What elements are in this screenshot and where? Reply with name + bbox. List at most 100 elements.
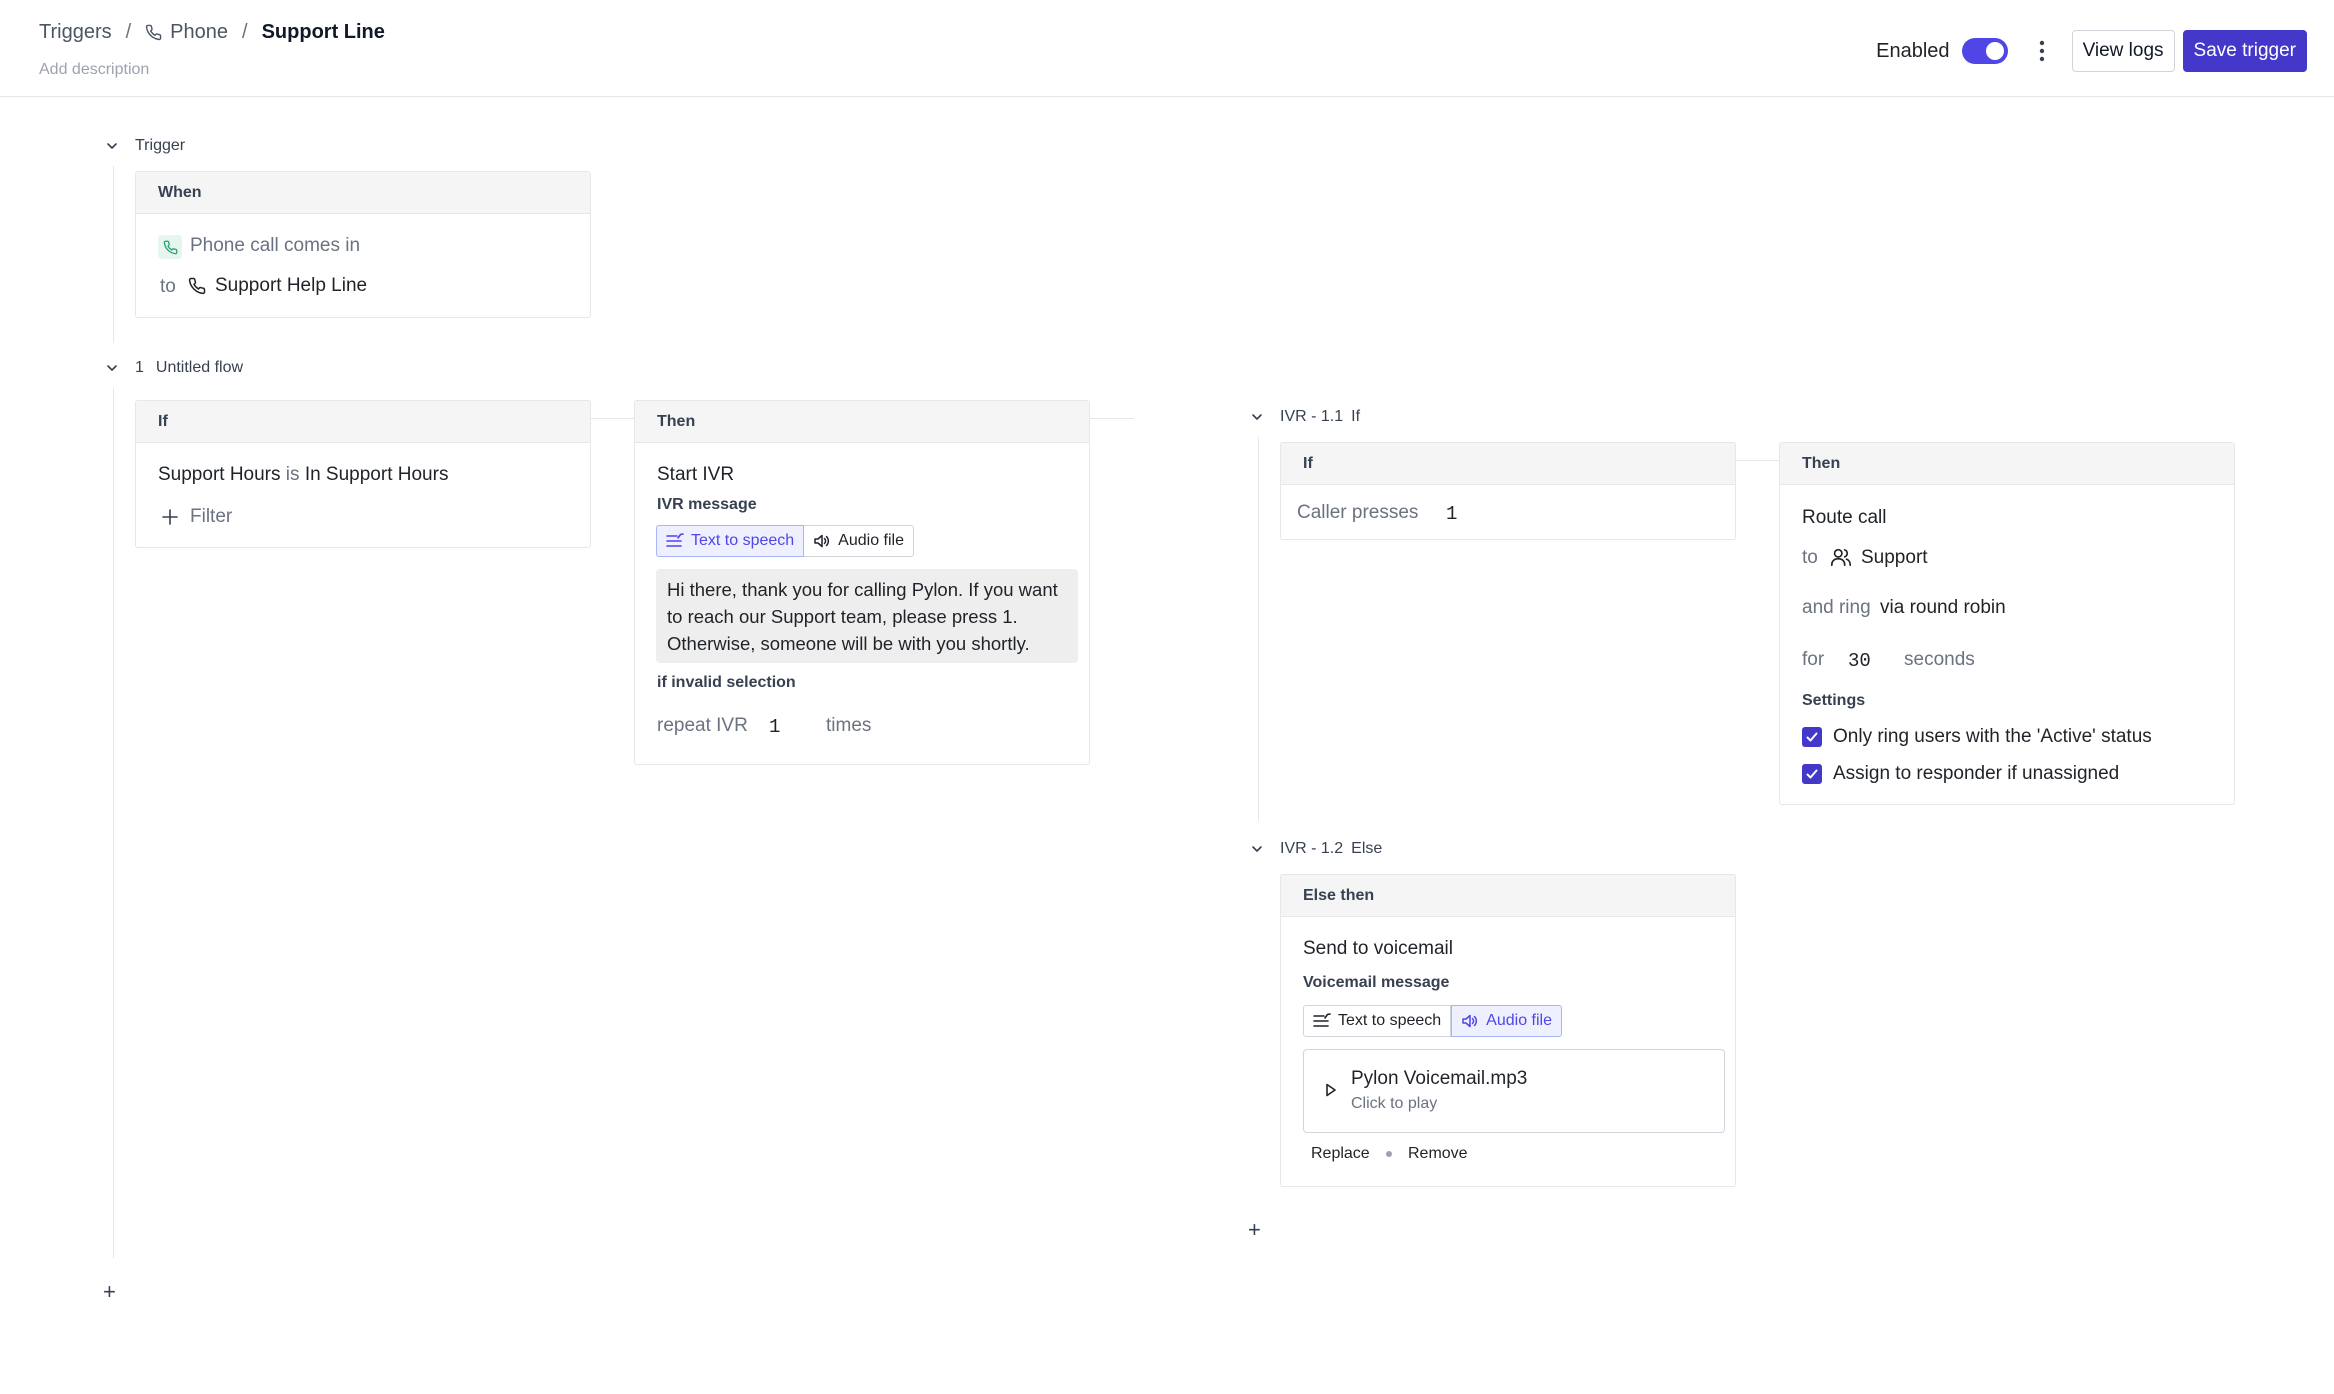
save-trigger-button[interactable]: Save trigger: [2182, 30, 2307, 72]
ivr-if-then-connector: [1736, 460, 1780, 461]
kebab-menu-icon[interactable]: [2030, 36, 2054, 66]
play-icon[interactable]: [1325, 1083, 1337, 1097]
breadcrumb-separator: /: [242, 21, 248, 43]
audio-file-option[interactable]: Audio file: [804, 525, 914, 557]
remove-audio-button[interactable]: Remove: [1408, 1145, 1468, 1163]
chevron-down-icon[interactable]: [105, 139, 119, 153]
assign-responder-checkbox[interactable]: [1802, 764, 1822, 784]
replace-audio-button[interactable]: Replace: [1311, 1145, 1370, 1163]
flow-section-header[interactable]: 1 Untitled flow: [105, 359, 243, 377]
ivr-1-2-kind: Else: [1351, 840, 1383, 857]
text-to-speech-label: Text to speech: [691, 532, 795, 549]
trigger-connector-line: [113, 166, 114, 343]
phone-icon: [145, 24, 162, 41]
assign-responder-label: Assign to responder if unassigned: [1833, 763, 2120, 784]
add-flow-plus-icon[interactable]: +: [103, 1281, 116, 1303]
flow-connector-line: [113, 388, 114, 1258]
breadcrumb-phone[interactable]: Phone: [145, 21, 228, 44]
only-active-label: Only ring users with the 'Active' status: [1833, 726, 2152, 747]
speaker-icon: [1461, 1013, 1479, 1029]
ring-label: and ring: [1802, 597, 1871, 618]
times-label: times: [826, 715, 872, 736]
breadcrumb-phone-label: Phone: [170, 21, 229, 43]
enabled-label: Enabled: [1876, 39, 1950, 62]
voicemail-type-toggle: Text to speech Audio file: [1303, 1005, 1562, 1037]
caller-presses-value[interactable]: 1: [1446, 503, 1457, 525]
breadcrumb-separator: /: [125, 21, 132, 43]
repeat-count-input[interactable]: 1: [769, 716, 780, 738]
page-title: Support Line: [261, 21, 385, 43]
page-header: Triggers / Phone / Support Line Add desc…: [0, 0, 2334, 97]
for-label: for: [1802, 649, 1825, 670]
condition-value: In Support Hours: [304, 464, 449, 485]
audio-file-label: Audio file: [838, 532, 904, 549]
text-to-speech-option[interactable]: Text to speech: [656, 525, 805, 557]
ivr-1-1-header[interactable]: IVR - 1.1 If: [1250, 408, 1360, 426]
trigger-event[interactable]: Phone call comes in: [190, 235, 360, 257]
invalid-selection-label: if invalid selection: [657, 674, 796, 691]
action-send-to-voicemail[interactable]: Send to voicemail: [1303, 938, 1453, 960]
toggle-knob: [1985, 42, 2004, 60]
view-logs-button[interactable]: View logs: [2071, 30, 2175, 72]
audio-file-label: Audio file: [1486, 1012, 1552, 1029]
ring-duration-input[interactable]: 30: [1848, 650, 1871, 672]
enabled-toggle[interactable]: [1961, 38, 2008, 64]
audio-file-option[interactable]: Audio file: [1451, 1005, 1562, 1037]
repeat-ivr-label: repeat IVR: [657, 715, 748, 736]
add-description-link[interactable]: Add description: [39, 61, 149, 79]
flow-number: 1: [135, 359, 144, 376]
ring-strategy-value[interactable]: via round robin: [1880, 597, 2006, 619]
ivr-1-2-title: IVR - 1.2: [1280, 840, 1344, 857]
phone-icon: [158, 235, 182, 259]
settings-label: Settings: [1802, 692, 1866, 709]
if-condition[interactable]: Support Hours is In Support Hours: [158, 464, 448, 486]
ivr-1-1-if-card[interactable]: If: [1280, 442, 1736, 540]
card-header: When: [136, 172, 590, 214]
phone-line-value[interactable]: Support Help Line: [215, 275, 367, 297]
ivr-message-text[interactable]: Hi there, thank you for calling Pylon. I…: [656, 569, 1078, 663]
only-active-checkbox[interactable]: [1802, 727, 1822, 747]
audio-file-player[interactable]: [1303, 1049, 1725, 1133]
audio-file-name: Pylon Voicemail.mp3: [1351, 1068, 1528, 1089]
trigger-section-title: Trigger: [135, 137, 186, 154]
condition-operator: is: [285, 464, 300, 485]
text-to-speech-option[interactable]: Text to speech: [1303, 1005, 1452, 1037]
chevron-down-icon[interactable]: [105, 361, 119, 375]
voicemail-message-label: Voicemail message: [1303, 974, 1450, 991]
check-icon: [1805, 767, 1819, 781]
flow-title[interactable]: Untitled flow: [156, 359, 243, 377]
ivr-1-1-then-card[interactable]: Then: [1779, 442, 2235, 805]
breadcrumb-triggers[interactable]: Triggers: [39, 21, 112, 44]
condition-field: Support Hours: [158, 464, 281, 485]
seconds-label: seconds: [1904, 649, 1975, 670]
speaker-icon: [813, 533, 831, 549]
header-actions: Enabled View logs Save trigger: [1876, 30, 2307, 72]
ivr-connector-line: [1258, 437, 1259, 821]
phone-icon: [188, 277, 206, 295]
ivr-message-type-toggle: Text to speech Audio file: [656, 525, 914, 557]
route-team-value[interactable]: Support: [1861, 547, 1928, 569]
separator-dot: [1386, 1151, 1392, 1157]
add-filter-button[interactable]: Filter: [190, 506, 232, 528]
plus-icon: [162, 509, 178, 525]
card-header: If: [1281, 443, 1735, 485]
then-ivr-connector: [1090, 418, 1134, 419]
trigger-section-header[interactable]: Trigger: [105, 137, 185, 155]
breadcrumb: Triggers / Phone / Support Line: [39, 21, 385, 44]
action-route-call[interactable]: Route call: [1802, 507, 1887, 529]
ivr-message-label: IVR message: [657, 496, 757, 513]
card-header: If: [136, 401, 590, 443]
users-icon: [1830, 546, 1852, 568]
chevron-down-icon[interactable]: [1250, 410, 1264, 424]
chevron-down-icon[interactable]: [1250, 842, 1264, 856]
add-ivr-option-plus-icon[interactable]: +: [1248, 1219, 1261, 1241]
card-header: Else then: [1281, 875, 1735, 917]
ivr-1-1-kind: If: [1351, 408, 1361, 425]
if-then-connector: [591, 418, 635, 419]
text-to-speech-label: Text to speech: [1338, 1012, 1442, 1029]
check-icon: [1805, 730, 1819, 744]
ivr-1-2-header[interactable]: IVR - 1.2 Else: [1250, 840, 1382, 858]
audio-file-hint: Click to play: [1351, 1095, 1438, 1112]
action-start-ivr[interactable]: Start IVR: [657, 464, 734, 486]
caller-presses-label: Caller presses: [1297, 502, 1419, 523]
